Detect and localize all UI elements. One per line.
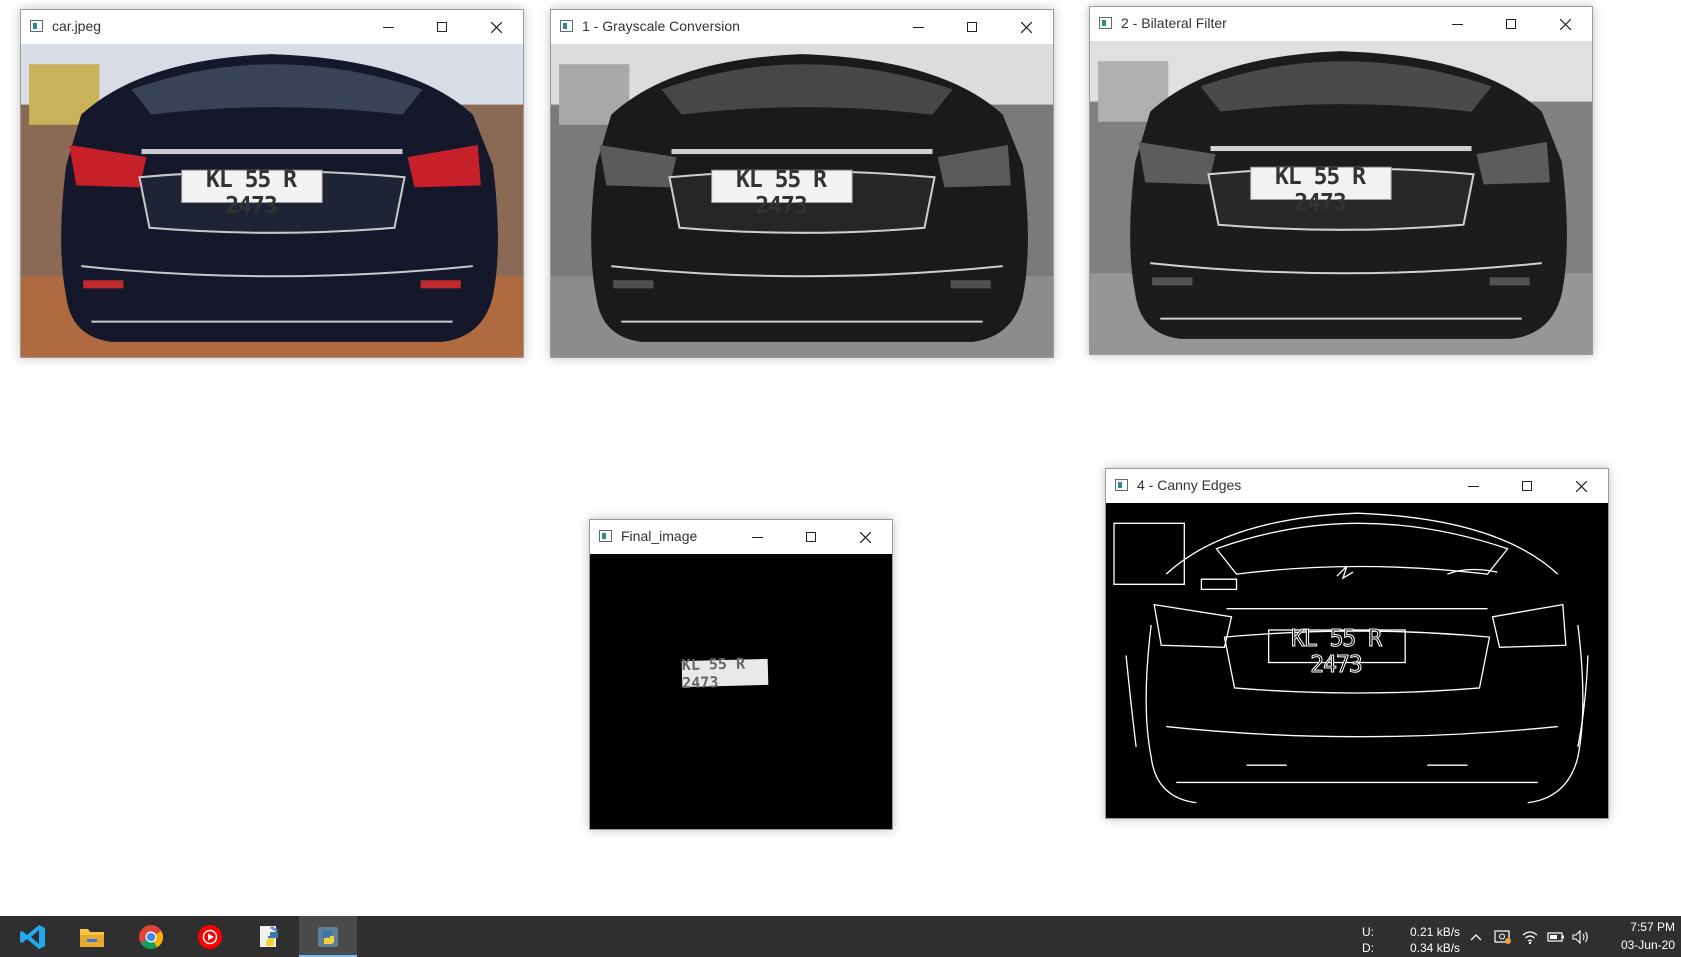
maximize-button[interactable] bbox=[1484, 7, 1538, 41]
maximize-button[interactable] bbox=[784, 520, 838, 554]
download-speed: 0.34 kB/s bbox=[1410, 941, 1461, 955]
title-bar[interactable]: 1 - Grayscale Conversion bbox=[551, 10, 1053, 44]
license-plate-text: KL 55 R 2473 bbox=[1275, 164, 1366, 216]
upload-speed: 0.21 kB/s bbox=[1410, 925, 1461, 939]
close-icon bbox=[1575, 480, 1587, 492]
maximize-icon bbox=[806, 532, 816, 542]
window-title: car.jpeg bbox=[52, 18, 102, 34]
settings-tray-icon bbox=[1494, 930, 1511, 944]
battery-icon bbox=[1547, 932, 1564, 942]
license-plate-text: KL 55 R 2473 bbox=[1291, 626, 1383, 679]
show-hidden-icons-button[interactable] bbox=[1467, 928, 1485, 946]
title-bar[interactable]: 2 - Bilateral Filter bbox=[1090, 7, 1592, 41]
close-button[interactable] bbox=[469, 10, 523, 44]
window-title: 4 - Canny Edges bbox=[1137, 477, 1242, 493]
minimize-button[interactable] bbox=[891, 10, 945, 44]
clock-date[interactable]: 03-Jun-20 bbox=[1603, 938, 1675, 952]
window-title: Final_image bbox=[621, 528, 698, 544]
close-button[interactable] bbox=[1538, 7, 1592, 41]
minimize-button[interactable] bbox=[1430, 7, 1484, 41]
opencv-window-icon bbox=[560, 20, 573, 32]
wifi-icon bbox=[1522, 931, 1538, 945]
opencv-window-icon bbox=[30, 20, 43, 32]
window-final-image[interactable]: Final_image KL 55 R 2473 bbox=[589, 519, 893, 830]
minimize-icon bbox=[912, 26, 924, 28]
window-title: 1 - Grayscale Conversion bbox=[582, 18, 740, 34]
license-plate-text: KL 55 R 2473 bbox=[206, 167, 297, 219]
image-car-bilateral: KL 55 R 2473 bbox=[1090, 41, 1592, 354]
window-bilateral-filter[interactable]: 2 - Bilateral Filter KL 55 R 2473 bbox=[1089, 6, 1593, 355]
maximize-icon bbox=[437, 22, 447, 32]
wifi-button[interactable] bbox=[1521, 928, 1539, 946]
window-title: 2 - Bilateral Filter bbox=[1121, 15, 1227, 31]
window-car-jpeg[interactable]: car.jpeg KL 55 R 2473 bbox=[20, 9, 524, 358]
maximize-button[interactable] bbox=[945, 10, 999, 44]
chevron-up-icon bbox=[1470, 934, 1482, 941]
cropped-plate-text: KL 55 R 2473 bbox=[682, 654, 769, 692]
upload-label: U: bbox=[1362, 925, 1374, 939]
speaker-icon bbox=[1572, 930, 1588, 944]
battery-button[interactable] bbox=[1547, 928, 1565, 946]
image-masked-plate: KL 55 R 2473 bbox=[590, 554, 892, 829]
close-icon bbox=[859, 531, 871, 543]
minimize-icon bbox=[382, 26, 394, 28]
clock-time[interactable]: 7:57 PM bbox=[1603, 920, 1675, 934]
close-icon bbox=[1559, 18, 1571, 30]
minimize-icon bbox=[751, 536, 763, 538]
opencv-window-icon bbox=[599, 530, 612, 542]
system-tray: U: D: 0.21 kB/s 0.34 kB/s 7:57 PM 03-Jun… bbox=[0, 916, 1681, 957]
download-label: D: bbox=[1362, 941, 1374, 955]
license-plate-text: KL 55 R 2473 bbox=[736, 167, 827, 219]
close-button[interactable] bbox=[1554, 469, 1608, 503]
taskbar: U: D: 0.21 kB/s 0.34 kB/s 7:57 PM 03-Jun… bbox=[0, 916, 1681, 957]
close-button[interactable] bbox=[999, 10, 1053, 44]
close-icon bbox=[490, 21, 502, 33]
title-bar[interactable]: Final_image bbox=[590, 520, 892, 554]
maximize-icon bbox=[1522, 481, 1532, 491]
image-canny-edges: KL 55 R 2473 bbox=[1106, 503, 1608, 818]
action-center-button[interactable] bbox=[1494, 928, 1512, 946]
opencv-window-icon bbox=[1099, 17, 1112, 29]
close-icon bbox=[1020, 21, 1032, 33]
image-car-grayscale: KL 55 R 2473 bbox=[551, 44, 1053, 357]
minimize-icon bbox=[1451, 23, 1463, 25]
maximize-button[interactable] bbox=[1500, 469, 1554, 503]
minimize-button[interactable] bbox=[361, 10, 415, 44]
close-button[interactable] bbox=[838, 520, 892, 554]
window-grayscale[interactable]: 1 - Grayscale Conversion KL 55 R 2473 bbox=[550, 9, 1054, 358]
title-bar[interactable]: 4 - Canny Edges bbox=[1106, 469, 1608, 503]
volume-button[interactable] bbox=[1572, 928, 1590, 946]
opencv-window-icon bbox=[1115, 479, 1128, 491]
maximize-icon bbox=[967, 22, 977, 32]
maximize-button[interactable] bbox=[415, 10, 469, 44]
minimize-button[interactable] bbox=[730, 520, 784, 554]
title-bar[interactable]: car.jpeg bbox=[21, 10, 523, 44]
minimize-icon bbox=[1467, 485, 1479, 487]
window-canny-edges[interactable]: 4 - Canny Edges KL 55 R 2473 bbox=[1105, 468, 1609, 819]
maximize-icon bbox=[1506, 19, 1516, 29]
minimize-button[interactable] bbox=[1446, 469, 1500, 503]
image-car-color: KL 55 R 2473 bbox=[21, 44, 523, 357]
